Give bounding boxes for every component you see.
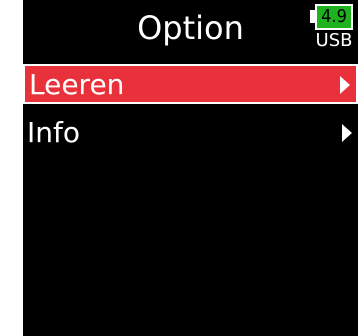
menu-item-label: Info [27,116,80,149]
power-source-label: USB [315,30,353,51]
header-bar: Option 4.9 USB [23,0,358,58]
battery-voltage: 4.9 [321,6,347,27]
chevron-right-icon [342,124,352,142]
battery-indicator: 4.9 USB [307,4,355,52]
menu-item-leeren[interactable]: Leeren [23,64,358,104]
menu-item-label: Leeren [29,68,125,101]
device-screen: Option 4.9 USB Leeren Info [23,0,358,336]
chevron-right-icon [340,76,350,94]
menu-item-info[interactable]: Info [23,114,358,154]
